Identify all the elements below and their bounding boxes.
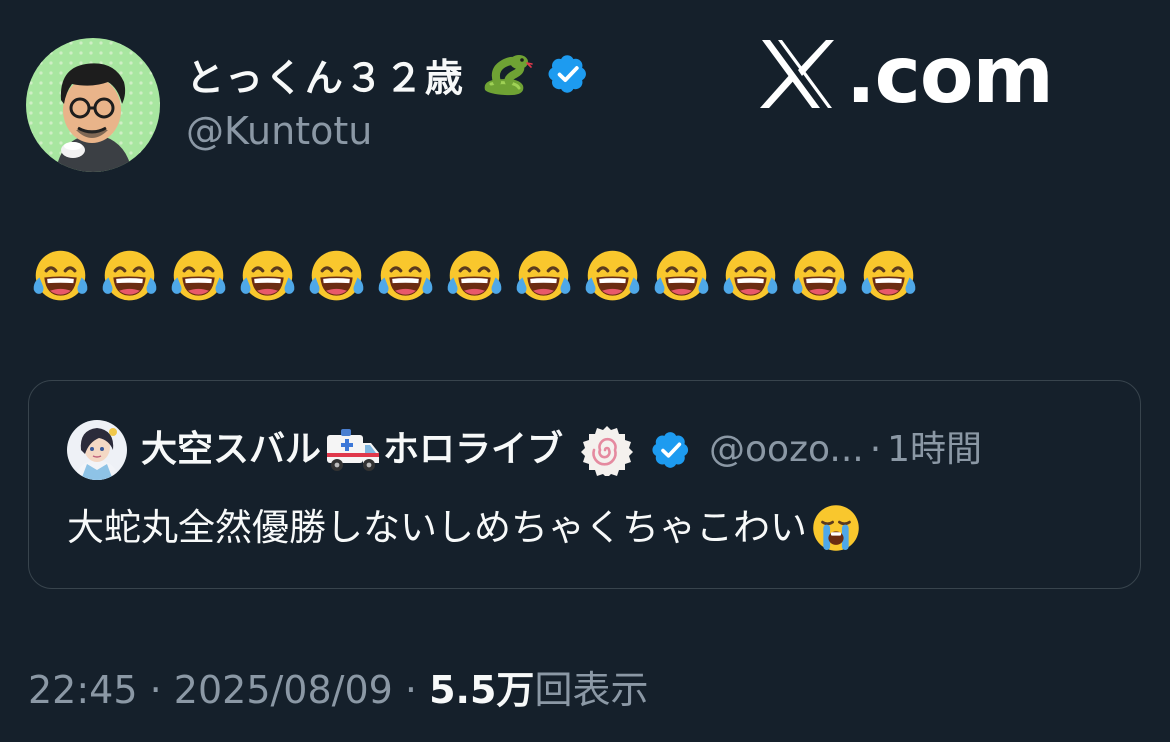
face-with-tears-of-joy-emoji: [791, 249, 848, 302]
quoted-post-card[interactable]: 大空スバル ホロライブ @oozo... · 1時間 大蛇丸全然優勝しないしめち…: [28, 380, 1141, 589]
loudly-crying-face-emoji: [809, 501, 863, 555]
face-with-tears-of-joy-emoji: [584, 249, 641, 302]
brand-domain-text: .com: [846, 31, 1054, 121]
face-with-tears-of-joy-emoji: [239, 249, 296, 302]
face-with-tears-of-joy-emoji: [32, 249, 89, 302]
footer-separator: ·: [149, 668, 162, 712]
quoted-author-handle[interactable]: @oozo...: [709, 419, 864, 481]
footer-separator: ·: [404, 668, 418, 712]
quoted-author-avatar[interactable]: [67, 420, 127, 480]
post-text: [30, 246, 919, 307]
face-with-tears-of-joy-emoji: [170, 249, 227, 302]
views-count[interactable]: 5.5万: [429, 668, 534, 712]
face-with-tears-of-joy-emoji: [101, 249, 158, 302]
face-with-tears-of-joy-emoji: [515, 249, 572, 302]
face-with-tears-of-joy-emoji: [308, 249, 365, 302]
naruto-fishcake-icon: [581, 424, 634, 476]
ambulance-emoji: [323, 425, 381, 475]
post-footer: 22:45 · 2025/08/09 · 5.5万回表示: [28, 664, 648, 716]
snake-emoji: [479, 50, 533, 107]
face-with-tears-of-joy-emoji: [860, 249, 917, 302]
face-with-tears-of-joy-emoji: [722, 249, 779, 302]
quoted-post-header: 大空スバル ホロライブ @oozo... · 1時間: [67, 419, 982, 481]
verified-badge-icon: [546, 52, 589, 104]
x-logo-icon: [760, 38, 834, 114]
face-with-tears-of-joy-emoji: [377, 249, 434, 302]
post-date[interactable]: 2025/08/09: [174, 668, 393, 712]
author-handle[interactable]: @Kuntotu: [186, 106, 372, 156]
quoted-author-name-part2[interactable]: ホロライブ: [383, 419, 563, 481]
brand-watermark: .com: [760, 28, 1054, 124]
face-with-tears-of-joy-emoji: [653, 249, 710, 302]
quoted-post-time[interactable]: 1時間: [887, 419, 982, 481]
quoted-author-name-part1[interactable]: 大空スバル: [141, 419, 321, 481]
author-display-name[interactable]: とっくん３２歳: [186, 52, 589, 104]
views-label: 回表示: [534, 668, 649, 712]
quoted-post-text-content: 大蛇丸全然優勝しないしめちゃくちゃこわい: [67, 506, 807, 549]
author-name-text: とっくん３２歳: [186, 56, 465, 100]
face-with-tears-of-joy-emoji: [446, 249, 503, 302]
author-avatar[interactable]: [26, 38, 160, 172]
post-time[interactable]: 22:45: [28, 668, 138, 712]
quoted-post-text: 大蛇丸全然優勝しないしめちゃくちゃこわい: [67, 495, 863, 561]
separator-dot: ·: [869, 429, 882, 470]
quoted-verified-badge-icon: [651, 430, 691, 470]
